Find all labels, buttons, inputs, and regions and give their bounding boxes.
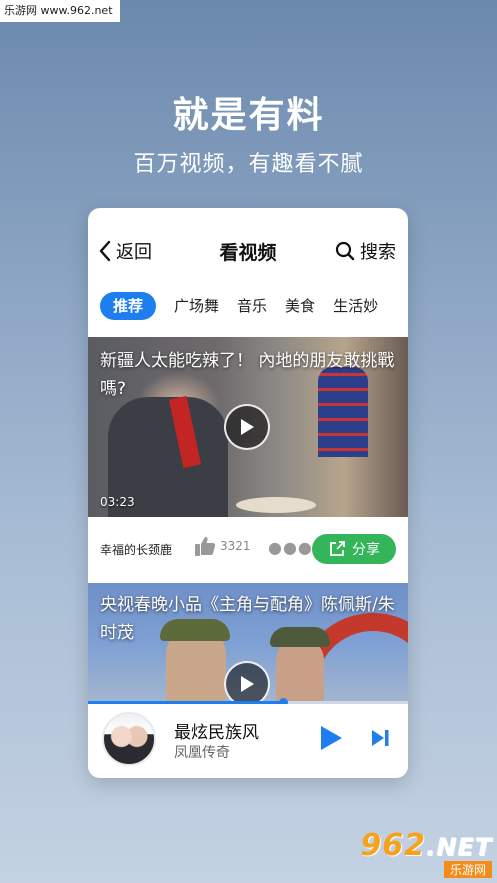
search-button[interactable]: 搜索: [335, 238, 396, 264]
tab-life-tips[interactable]: 生活妙: [333, 292, 378, 320]
tabs-fade-overlay: [384, 288, 408, 324]
play-icon: [321, 726, 342, 750]
top-nav-bar: 返回 看视频 搜索: [88, 208, 408, 296]
like-count: 3321: [220, 539, 251, 553]
search-icon: [335, 241, 355, 261]
play-button[interactable]: [224, 404, 270, 450]
mini-music-player: 最炫民族风 凤凰传奇: [88, 704, 408, 778]
thumbnail-figure-4: [276, 638, 324, 703]
tab-square-dance[interactable]: 广场舞: [174, 292, 219, 320]
video-title: 新疆人太能吃辣了！ 內地的朋友敢挑戰嗎?: [100, 351, 395, 399]
search-label: 搜索: [360, 242, 396, 263]
video-card-thumbnail-2[interactable]: 央视春晚小品《主角与配角》陈佩斯/朱时茂: [88, 583, 408, 703]
like-button[interactable]: 3321: [194, 535, 251, 557]
skip-next-icon: [372, 730, 389, 746]
video-card-thumbnail[interactable]: 新疆人太能吃辣了！ 內地的朋友敢挑戰嗎? 03:23: [88, 337, 408, 517]
thumbs-up-icon: [195, 537, 216, 556]
more-options-icon[interactable]: ●●●: [268, 540, 313, 556]
video-meta-row: 幸福的长颈鹿 3321 ●●● 分享: [88, 517, 408, 583]
site-watermark: 乐游网 www.962.net: [0, 0, 120, 22]
play-icon: [241, 676, 254, 692]
category-tabs: 推荐 广场舞 音乐 美食 生活妙: [100, 292, 396, 320]
tab-recommend[interactable]: 推荐: [100, 292, 157, 320]
tab-music[interactable]: 音乐: [237, 292, 267, 320]
promo-subline: 百万视频，有趣看不腻: [133, 152, 364, 177]
play-pause-button[interactable]: [318, 724, 344, 756]
video-title-2: 央视春晚小品《主角与配角》陈佩斯/朱时茂: [100, 595, 395, 643]
share-button[interactable]: 分享: [312, 534, 396, 564]
song-artist: 凤凰传奇: [174, 745, 230, 761]
share-icon: [330, 541, 345, 556]
play-button-2[interactable]: [224, 661, 270, 703]
brand-logo-text: 乐游网: [443, 861, 492, 878]
thumbnail-plate: [236, 497, 316, 513]
next-track-button[interactable]: [370, 728, 390, 752]
brand-logo: 962.NET 乐游网: [352, 830, 492, 880]
promo-headline: 就是有料: [172, 95, 325, 136]
share-label: 分享: [352, 542, 380, 558]
play-icon: [241, 419, 254, 435]
brand-logo-number: 962.NET: [360, 828, 492, 863]
phone-screen-card: 返回 看视频 搜索 推荐 广场舞 音乐 美食 生活妙 新疆人太能吃辣了！ 內地的…: [88, 208, 408, 778]
video-duration: 03:23: [100, 495, 135, 509]
album-art[interactable]: [102, 712, 156, 766]
video-author[interactable]: 幸福的长颈鹿: [100, 541, 172, 558]
song-title: 最炫民族风: [174, 723, 259, 743]
tab-food[interactable]: 美食: [285, 292, 315, 320]
